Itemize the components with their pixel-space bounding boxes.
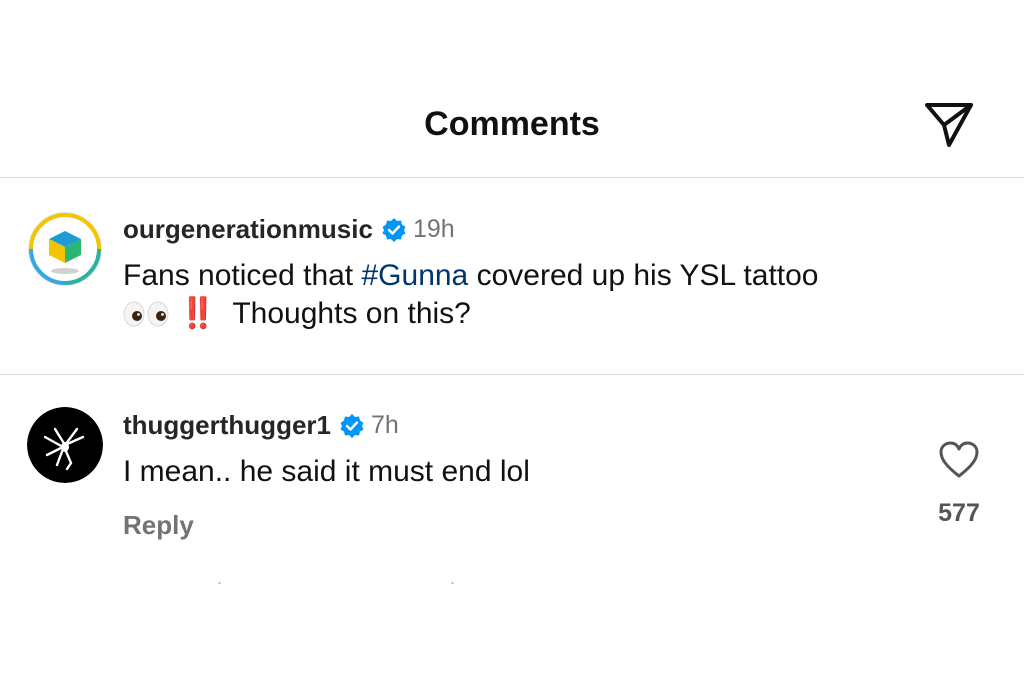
comments-screen: Comments ourgenerationmusic 19h Fans not: [0, 0, 1024, 683]
avatar-ourgenerationmusic[interactable]: [27, 211, 103, 287]
page-title: Comments: [424, 105, 600, 143]
post-username[interactable]: ourgenerationmusic: [123, 214, 373, 245]
spider-logo-icon: [27, 407, 103, 483]
eyes-emoji-icon: [123, 301, 169, 327]
cutoff-row-mark: [451, 582, 454, 584]
caption-text-after: covered up his YSL tattoo: [468, 259, 819, 292]
post-divider: [0, 374, 1024, 375]
comment-timestamp: 7h: [371, 411, 399, 439]
reply-button[interactable]: Reply: [123, 510, 194, 541]
comments-header: Comments: [0, 0, 1024, 178]
post-timestamp: 19h: [412, 215, 455, 243]
post-meta: ourgenerationmusic 19h: [123, 214, 455, 245]
caption-line2-text: Thoughts on this?: [232, 297, 471, 330]
comment-username[interactable]: thuggerthugger1: [123, 410, 331, 441]
like-count: 577: [938, 499, 980, 527]
post-caption-line1: Fans noticed that #Gunna covered up his …: [123, 256, 818, 295]
verified-badge-icon: [340, 413, 364, 438]
comment-meta: thuggerthugger1 7h: [123, 410, 399, 441]
heart-icon[interactable]: [938, 440, 980, 480]
header-divider: [0, 177, 1024, 178]
comment-text: I mean.. he said it must end lol: [123, 455, 530, 488]
caption-text-before: Fans noticed that: [123, 259, 362, 292]
verified-badge-icon: [382, 217, 406, 242]
cutoff-row-mark: [218, 582, 221, 584]
double-exclamation-emoji: ‼️: [179, 297, 219, 330]
avatar-thuggerthugger1[interactable]: [27, 407, 103, 483]
post-caption-line2: ‼️ Thoughts on this?: [123, 294, 471, 333]
hashtag-link[interactable]: #Gunna: [361, 259, 468, 292]
send-icon[interactable]: [922, 100, 976, 150]
ogm-logo-icon: [28, 212, 102, 286]
